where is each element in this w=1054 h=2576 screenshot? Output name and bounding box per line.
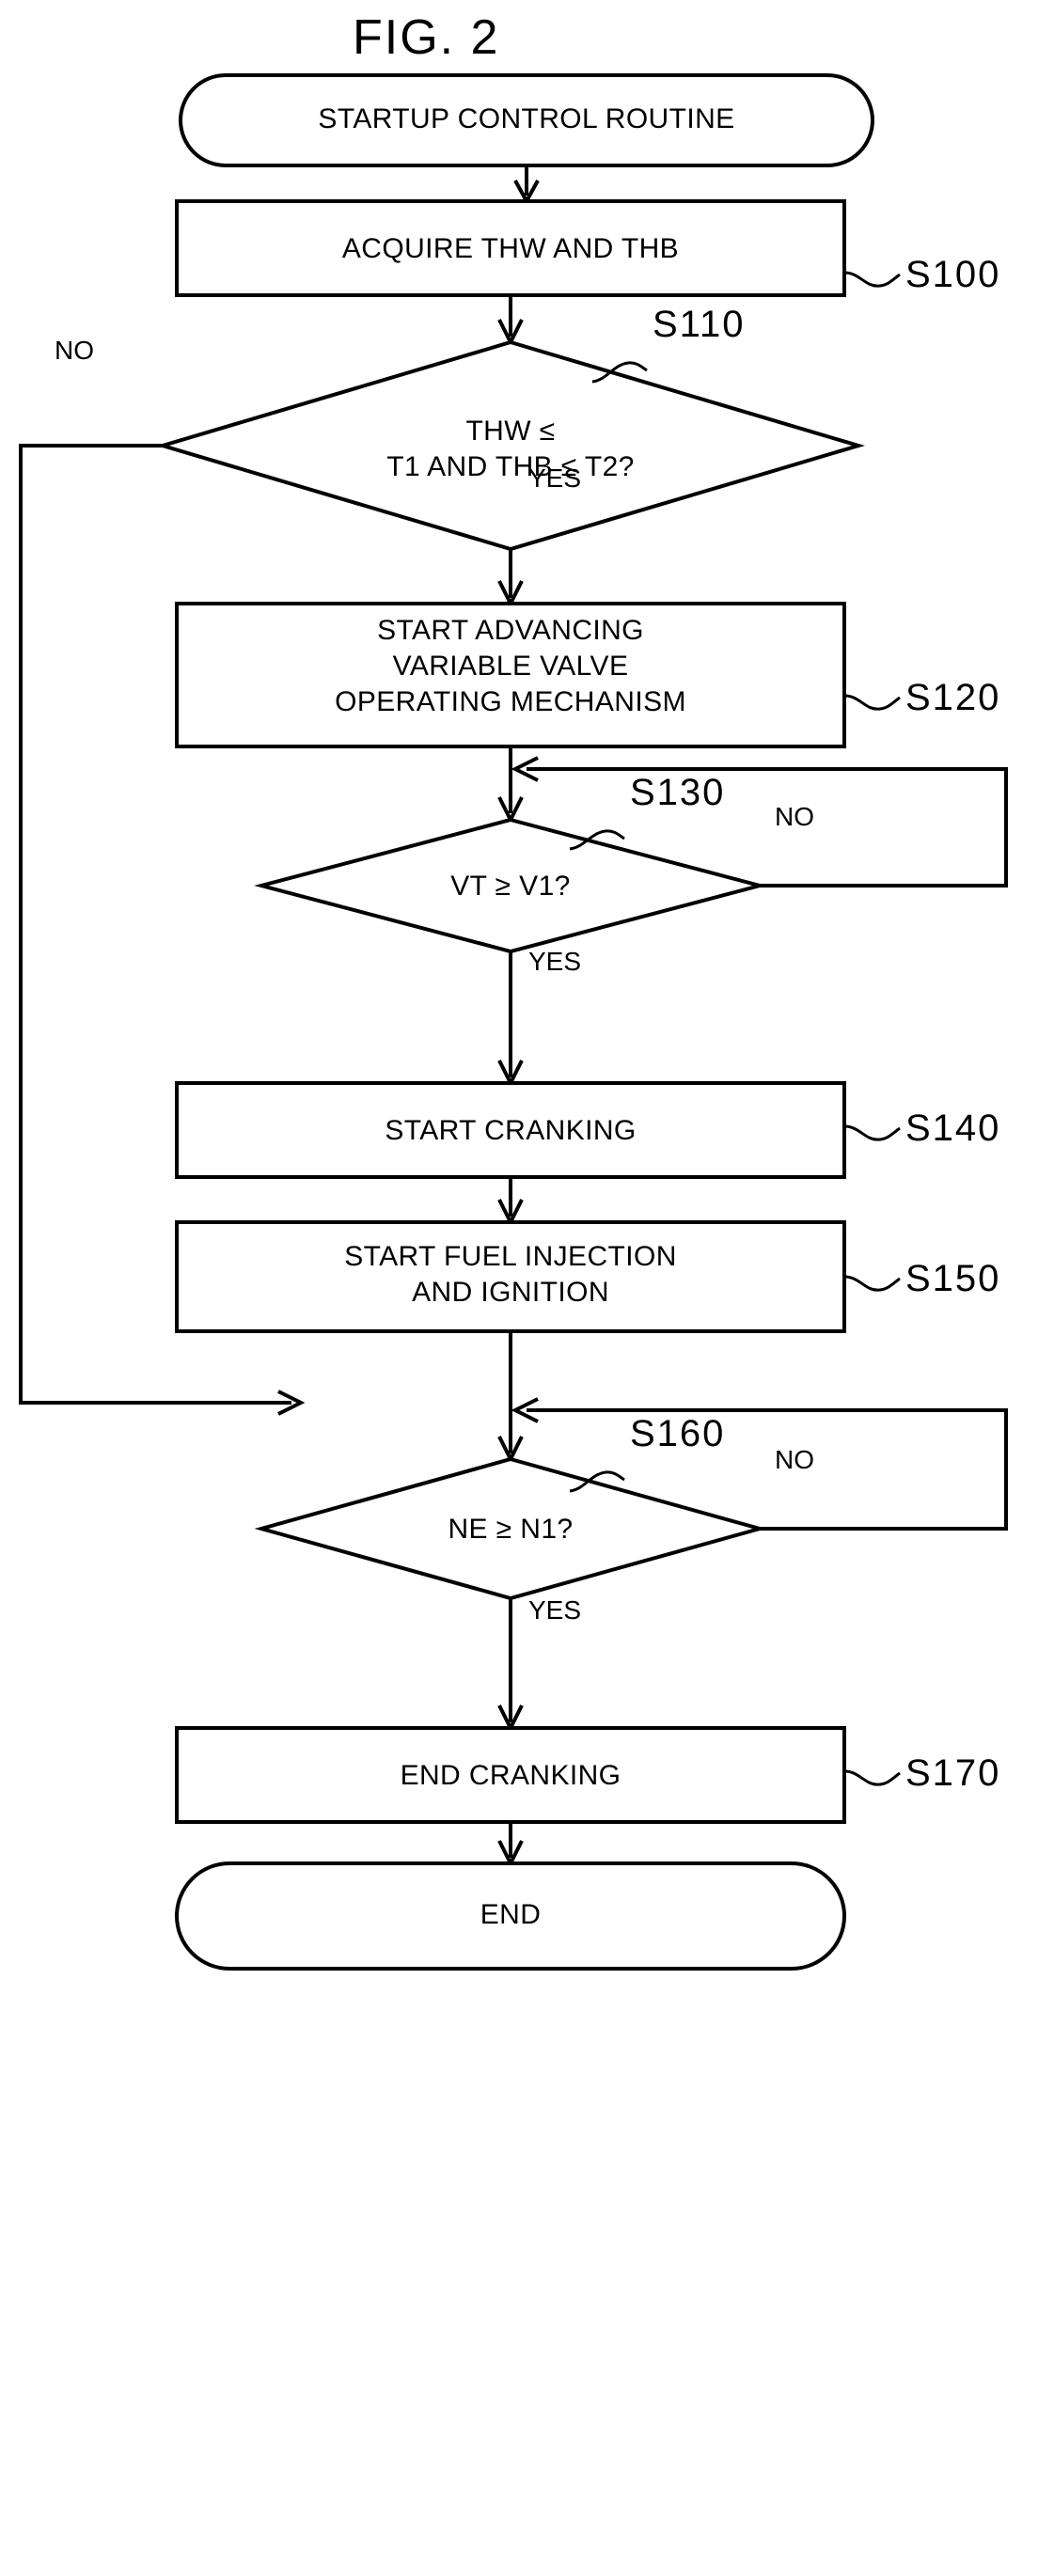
s130-step-label: S130 [630,772,725,813]
figure-page: FIG. 2 STARTUP CONTROL ROUTINE ACQUIRE T… [0,0,1054,2576]
end-terminator-label: END [480,1899,542,1930]
s120-process-label-line1: START ADVANCING [377,615,644,646]
s130-yes-branch-label: YES [528,947,581,976]
s120-process-label-line3: OPERATING MECHANISM [335,686,686,717]
s100-step-label: S100 [905,254,1000,295]
s170-step-leader [843,1769,901,1786]
s100-step-leader [843,271,901,288]
s170-process-label: END CRANKING [401,1760,621,1791]
s120-step-leader [843,694,901,711]
start-terminator-label: STARTUP CONTROL ROUTINE [318,103,734,134]
s120-process-label-line2: VARIABLE VALVE [393,651,629,682]
s120-step-label: S120 [905,677,1000,718]
s140-process-label: START CRANKING [385,1115,636,1146]
s110-decision-label-line1: THW ≤ [465,416,555,447]
s160-yes-branch-label: YES [528,1595,581,1625]
s140-step-label: S140 [905,1107,1000,1149]
s160-no-branch-label: NO [775,1445,814,1474]
s140-step-leader [843,1124,901,1141]
s170-step-label: S170 [905,1752,1000,1794]
s110-decision-label-line2: T1 AND THB ≤ T2? [386,451,635,482]
s130-decision-label: VT ≥ V1? [450,871,571,902]
figure-title: FIG. 2 [353,10,499,65]
s160-step-label: S160 [630,1413,725,1454]
s150-step-leader [843,1275,901,1292]
s130-no-branch-label: NO [775,802,814,831]
s150-process-label-line2: AND IGNITION [412,1277,609,1308]
s100-process-label: ACQUIRE THW AND THB [342,233,679,264]
flowchart-canvas: FIG. 2 STARTUP CONTROL ROUTINE ACQUIRE T… [19,10,1008,1971]
s110-step-label: S110 [653,304,745,345]
s160-decision-label: NE ≥ N1? [448,1514,573,1545]
s150-process-label-line1: START FUEL INJECTION [344,1241,677,1272]
s150-step-label: S150 [905,1258,1000,1299]
s110-yes-branch-label: YES [528,463,581,493]
s110-no-branch-label: NO [55,336,94,365]
